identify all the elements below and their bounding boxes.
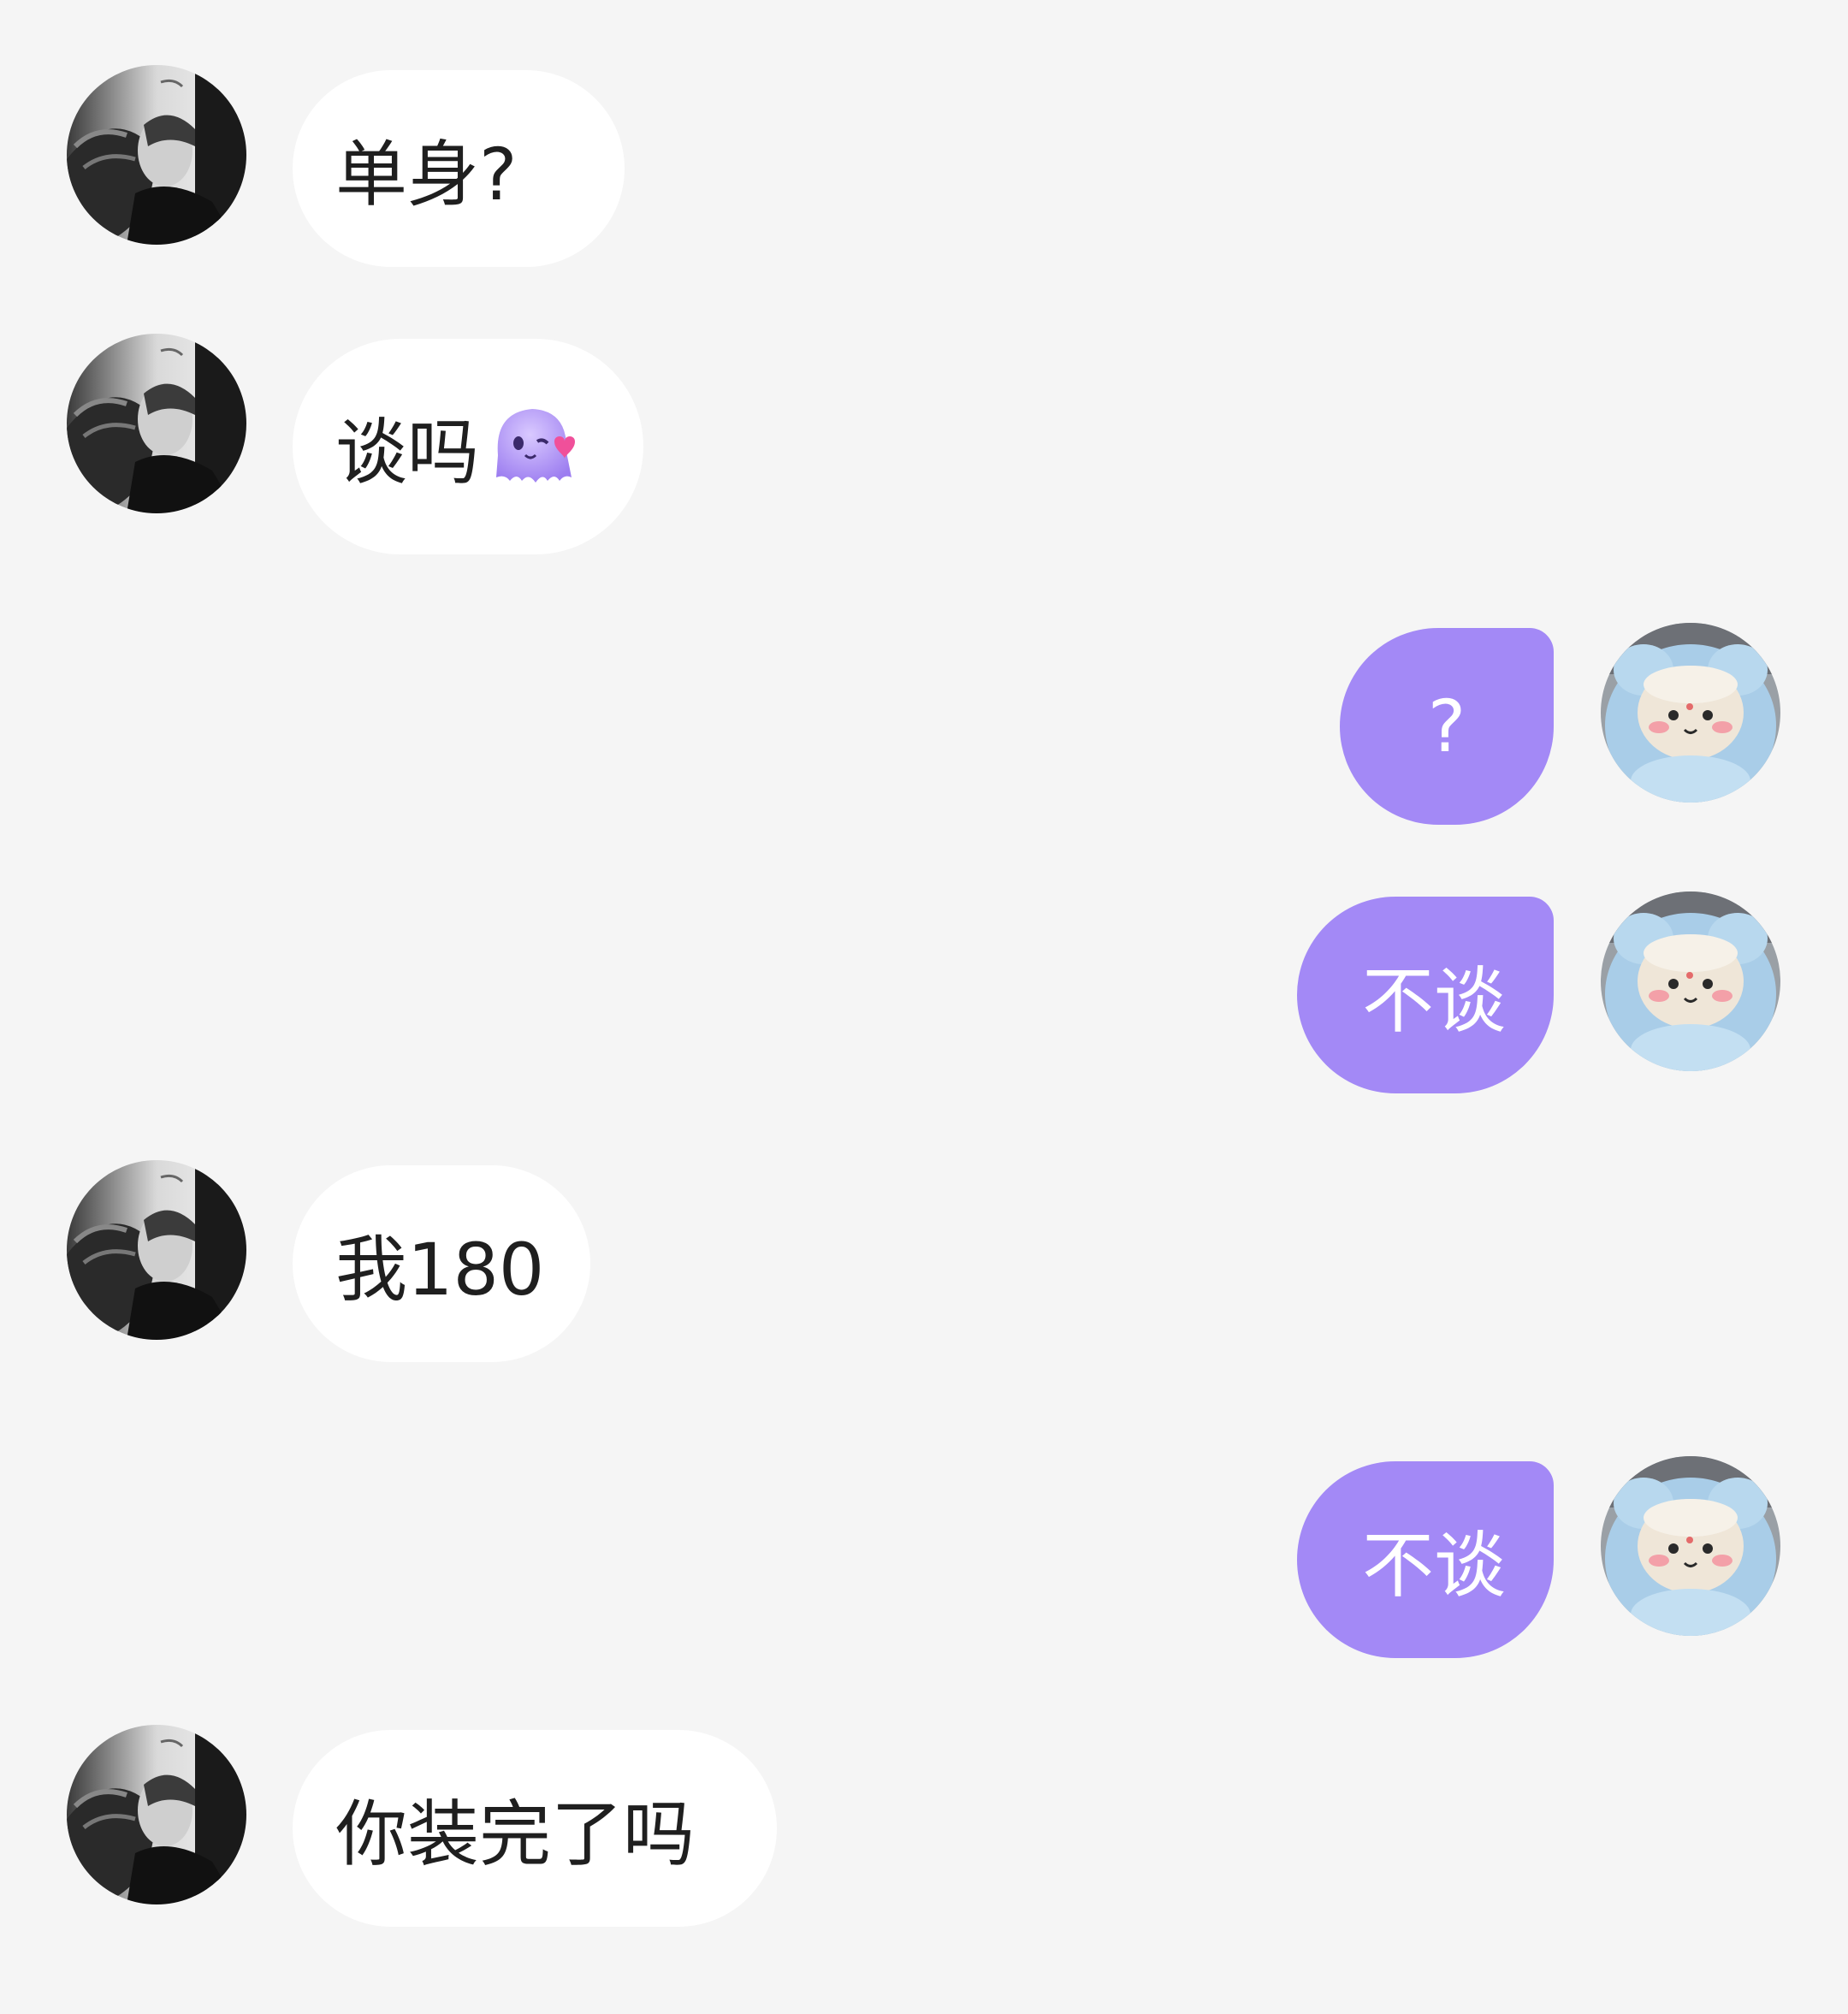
message-text: 你装完了吗 [335,1792,696,1876]
outgoing-bubble[interactable]: 不谈 [1297,897,1554,1093]
octopus-heart-emoji-icon [483,395,585,498]
message-text: ? [1427,684,1466,768]
contact-avatar[interactable] [67,334,246,513]
incoming-bubble[interactable]: 单身? [293,70,625,267]
user-avatar[interactable] [1601,891,1780,1071]
incoming-bubble[interactable]: 你装完了吗 [293,1730,777,1927]
contact-avatar[interactable] [67,1725,246,1904]
message-text: 我180 [335,1227,545,1312]
message-text: 不谈 [1361,958,1506,1043]
user-avatar[interactable] [1601,623,1780,803]
incoming-bubble[interactable]: 谈吗 [293,339,643,554]
message-text: 不谈 [1361,1523,1506,1608]
outgoing-bubble[interactable]: 不谈 [1297,1461,1554,1658]
user-avatar[interactable] [1601,1456,1780,1636]
message-text: 单身? [335,132,518,216]
contact-avatar[interactable] [67,65,246,245]
message-text: 谈吗 [335,410,480,495]
outgoing-bubble[interactable]: ? [1340,628,1554,825]
incoming-bubble[interactable]: 我180 [293,1165,590,1362]
contact-avatar[interactable] [67,1160,246,1340]
